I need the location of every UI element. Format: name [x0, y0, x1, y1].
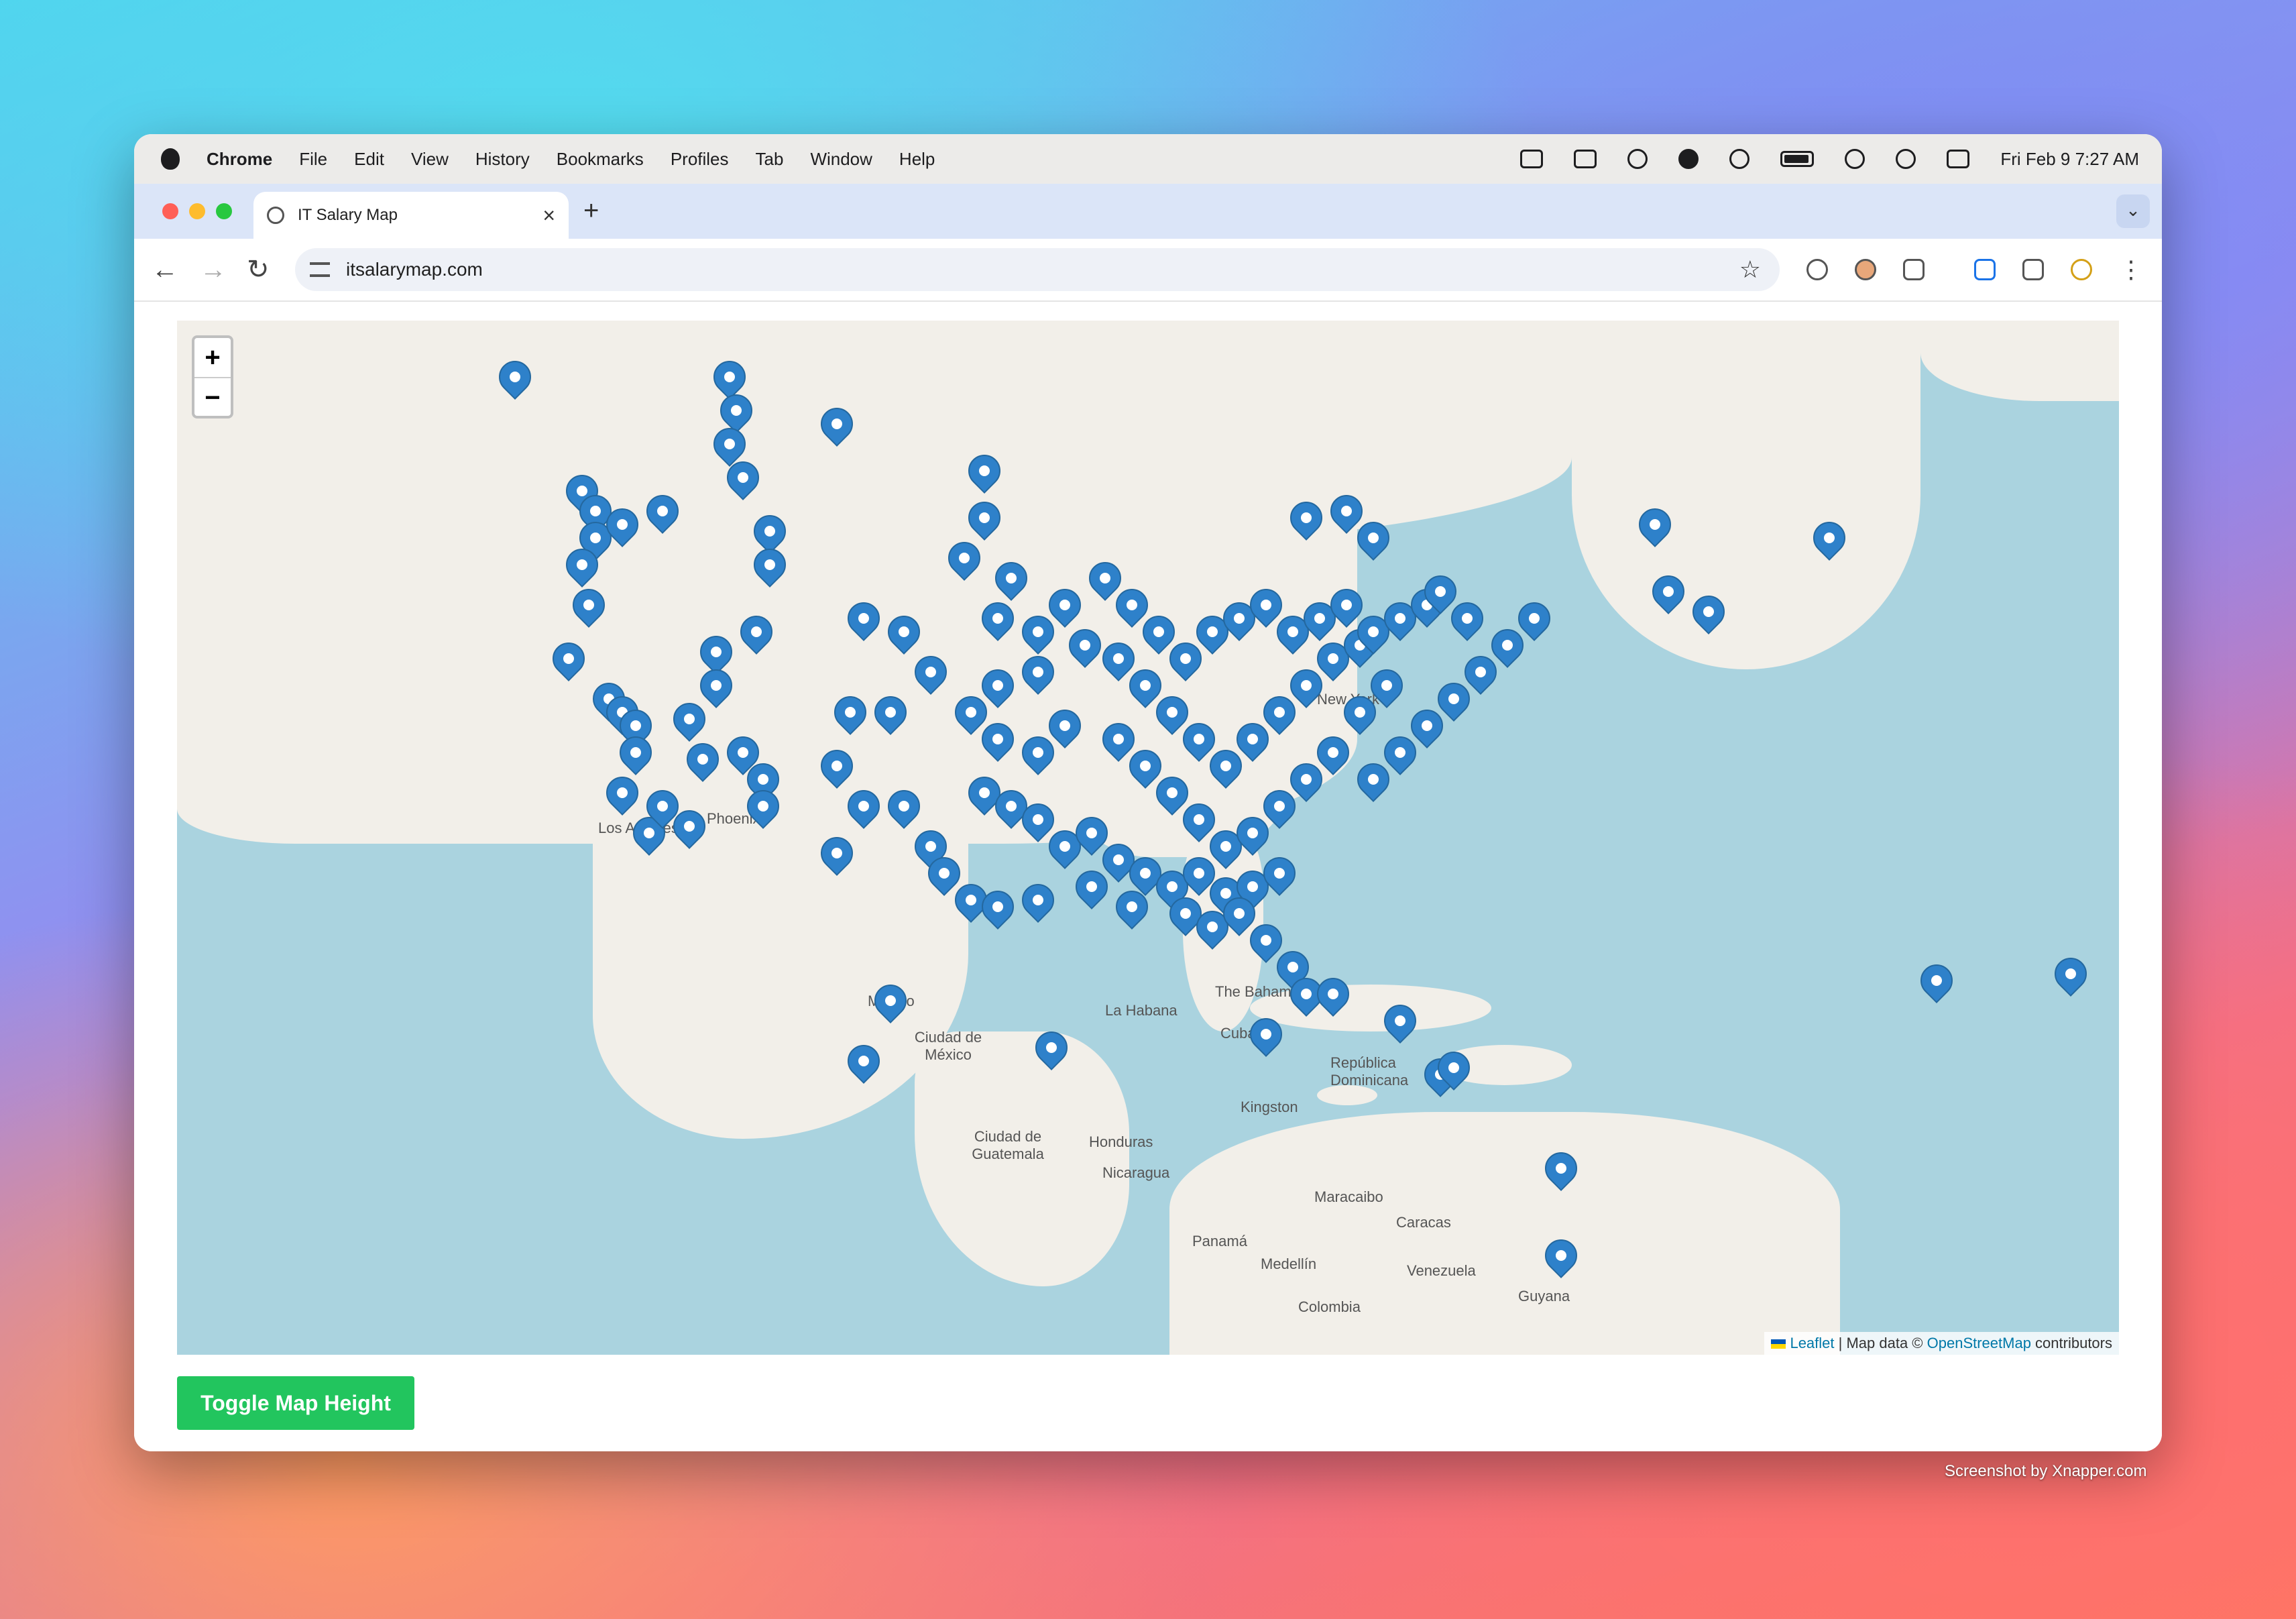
window-layout-icon[interactable] [1574, 150, 1597, 168]
bowler-hat-icon[interactable] [1678, 149, 1699, 169]
map-label-venezuela: Venezuela [1407, 1262, 1476, 1279]
close-window-icon[interactable] [162, 203, 178, 219]
downloads-icon[interactable] [1974, 259, 1996, 280]
map-label-nicaragua: Nicaragua [1102, 1164, 1170, 1181]
map-label-guyana: Guyana [1518, 1288, 1570, 1304]
screenshot-app-icon[interactable] [1520, 150, 1544, 168]
salary-map-marker[interactable] [2048, 951, 2093, 997]
map-label-honduras: Honduras [1089, 1133, 1153, 1150]
reload-icon[interactable]: ↻ [247, 254, 270, 286]
salary-map[interactable]: + − Los Angeles Phoenix New York México … [177, 321, 2119, 1355]
zoom-in-button[interactable]: + [194, 338, 231, 378]
extension-avatar-icon[interactable] [1855, 259, 1876, 280]
attribution-contributors: contributors [2030, 1335, 2112, 1351]
openstreetmap-link[interactable]: OpenStreetMap [1927, 1335, 2031, 1351]
extension-accessibility-icon[interactable] [1806, 259, 1828, 280]
tab-strip: IT Salary Map × + ⌄ [134, 184, 2162, 239]
map-label-caracas: Caracas [1396, 1214, 1451, 1231]
battery-icon[interactable] [1780, 151, 1815, 167]
land-mexico [593, 830, 968, 1139]
minimize-window-icon[interactable] [189, 203, 205, 219]
zoom-control: + − [192, 335, 233, 418]
status-area: Fri Feb 9 7:27 AM [1520, 134, 2139, 184]
ukraine-flag-icon [1771, 1339, 1786, 1349]
menu-profiles[interactable]: Profiles [671, 149, 729, 170]
site-settings-icon[interactable] [310, 262, 330, 277]
spotlight-search-icon[interactable] [1896, 149, 1916, 169]
land-labrador [1572, 321, 1920, 669]
page-content: + − Los Angeles Phoenix New York México … [134, 302, 2162, 1451]
menu-history[interactable]: History [475, 149, 530, 170]
tab-search-chevron-icon[interactable]: ⌄ [2116, 194, 2150, 228]
menu-app-name[interactable]: Chrome [207, 149, 272, 170]
tab-close-icon[interactable]: × [542, 203, 555, 228]
bookmark-star-icon[interactable]: ☆ [1739, 256, 1761, 284]
extensions-puzzle-icon[interactable] [1903, 259, 1925, 280]
attribution-text: | Map data © [1834, 1335, 1927, 1351]
chrome-menu-icon[interactable]: ⋮ [2119, 254, 2143, 286]
map-label-kingston: Kingston [1241, 1099, 1298, 1115]
side-panel-icon[interactable] [2022, 259, 2044, 280]
map-label-ciudad-de-guatemala: Ciudad de Guatemala [972, 1128, 1044, 1162]
screenshot-credit: Screenshot by Xnapper.com [1945, 1462, 2147, 1480]
menu-edit[interactable]: Edit [354, 149, 384, 170]
back-arrow-icon[interactable]: ← [152, 254, 178, 286]
leaflet-link[interactable]: Leaflet [1790, 1335, 1834, 1351]
accessibility-icon[interactable] [1627, 149, 1648, 169]
address-bar[interactable]: itsalarymap.com ☆ [295, 248, 1780, 291]
menu-clock[interactable]: Fri Feb 9 7:27 AM [2000, 149, 2139, 170]
land-south-america [1169, 1112, 1840, 1355]
map-label-maracaibo: Maracaibo [1314, 1188, 1383, 1205]
map-label-ciudad-de-mexico: Ciudad de México [914, 1029, 982, 1063]
zoom-out-button[interactable]: − [194, 378, 231, 417]
zoom-window-icon[interactable] [216, 203, 232, 219]
map-label-la-habana: La Habana [1105, 1002, 1178, 1019]
map-label-colombia: Colombia [1298, 1298, 1361, 1315]
tab-title: IT Salary Map [298, 206, 398, 224]
menu-help[interactable]: Help [899, 149, 935, 170]
globe-icon [267, 207, 284, 224]
wifi-icon[interactable] [1845, 149, 1866, 169]
menu-window[interactable]: Window [810, 149, 872, 170]
map-label-medellin: Medellín [1261, 1255, 1317, 1272]
tab-it-salary-map[interactable]: IT Salary Map × [253, 192, 569, 239]
salary-map-marker[interactable] [1015, 877, 1061, 923]
map-label-panama: Panamá [1192, 1233, 1247, 1249]
browser-toolbar: ← → ↻ itsalarymap.com ☆ ⋮ [134, 239, 2162, 302]
salary-map-marker[interactable] [1914, 958, 1959, 1003]
menu-tab[interactable]: Tab [756, 149, 784, 170]
browser-window: Chrome File Edit View History Bookmarks … [134, 134, 2162, 1451]
extension-sun-icon[interactable] [2071, 259, 2092, 280]
menu-view[interactable]: View [411, 149, 449, 170]
forward-arrow-icon[interactable]: → [200, 254, 227, 286]
mac-menu-bar: Chrome File Edit View History Bookmarks … [134, 134, 2162, 184]
land-greenland [1920, 321, 2119, 401]
new-tab-button[interactable]: + [583, 196, 599, 226]
moon-icon[interactable] [1729, 149, 1750, 169]
address-url[interactable]: itsalarymap.com [346, 259, 483, 280]
apple-icon[interactable] [161, 148, 180, 170]
toggle-map-height-button[interactable]: Toggle Map Height [177, 1376, 414, 1430]
control-center-icon[interactable] [1947, 150, 1970, 168]
menu-bookmarks[interactable]: Bookmarks [557, 149, 644, 170]
menu-file[interactable]: File [299, 149, 327, 170]
map-attribution: Leaflet | Map data © OpenStreetMap contr… [1764, 1332, 2119, 1355]
